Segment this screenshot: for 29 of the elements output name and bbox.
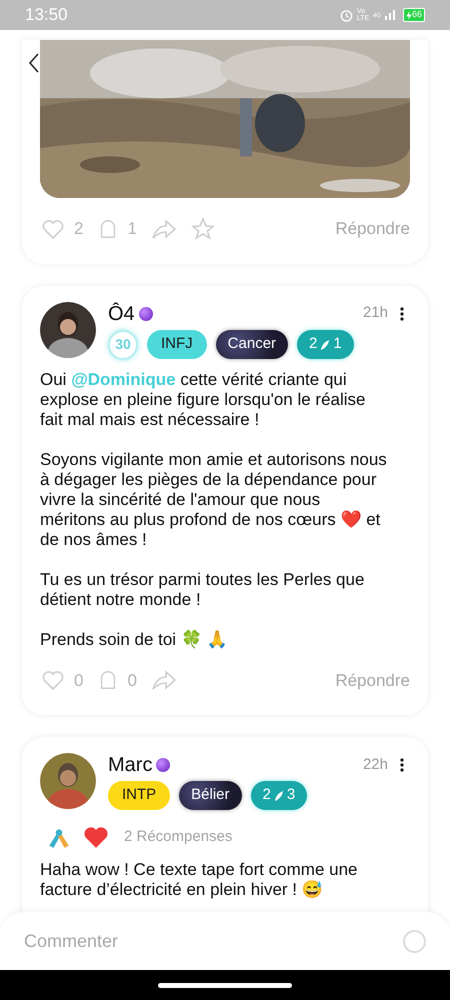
level-badge: 30 [108, 330, 138, 360]
personality-badge: INFJ [147, 330, 207, 359]
count: 0 [74, 670, 84, 692]
author-name[interactable]: Marc [108, 753, 152, 777]
personality-badge: INTP [108, 781, 170, 810]
comment-text: Prends soin de toi 🍀 🙏 [40, 630, 229, 650]
awards-count: 2 Récompenses [124, 826, 232, 847]
badge-count: 1 [333, 334, 342, 354]
author-name[interactable]: Ô4 [108, 302, 135, 326]
zodiac-badge: Cancer [216, 330, 288, 359]
status-time: 13:50 [25, 4, 68, 26]
timestamp: 22h [362, 754, 388, 775]
comment-text: Tu es un trésor parmi toutes les Perles que détient notre monde ! [40, 570, 366, 610]
count: 0 [127, 670, 137, 692]
timestamp: 21h [362, 303, 388, 324]
badge-count: 2 [309, 334, 318, 354]
badge-count: 2 [262, 785, 271, 806]
reply-button[interactable]: Répondre [335, 668, 410, 693]
badge-count: 3 [286, 785, 296, 806]
reply-button[interactable]: Répondre [335, 216, 410, 242]
comment-text: Haha wow ! Ce texte tape fort comme une facture d’électricité en plein hiver ! 😅 [40, 860, 358, 900]
comment-text: Soyons vigilante mon amie et autorisons nous à dégager les pièges de la dépendance pour vivre la sincérité de l'amour que nous méritons au plus profond de nos cœurs ❤ et de nos âmes ! [40, 450, 388, 550]
count: 2 [74, 218, 84, 240]
comment-text: Oui @Dominique cette vérité criante qui explose en pleine figure lorsqu'on le réalise fait mal mais est nécessaire ! [40, 370, 367, 430]
count: 1 [127, 218, 137, 240]
zodiac-badge: Bélier [179, 781, 242, 810]
mention-link[interactable]: @Dominique [71, 370, 176, 388]
battery-level: 66 [402, 8, 425, 22]
comment-field[interactable]: Commenter [24, 928, 403, 954]
